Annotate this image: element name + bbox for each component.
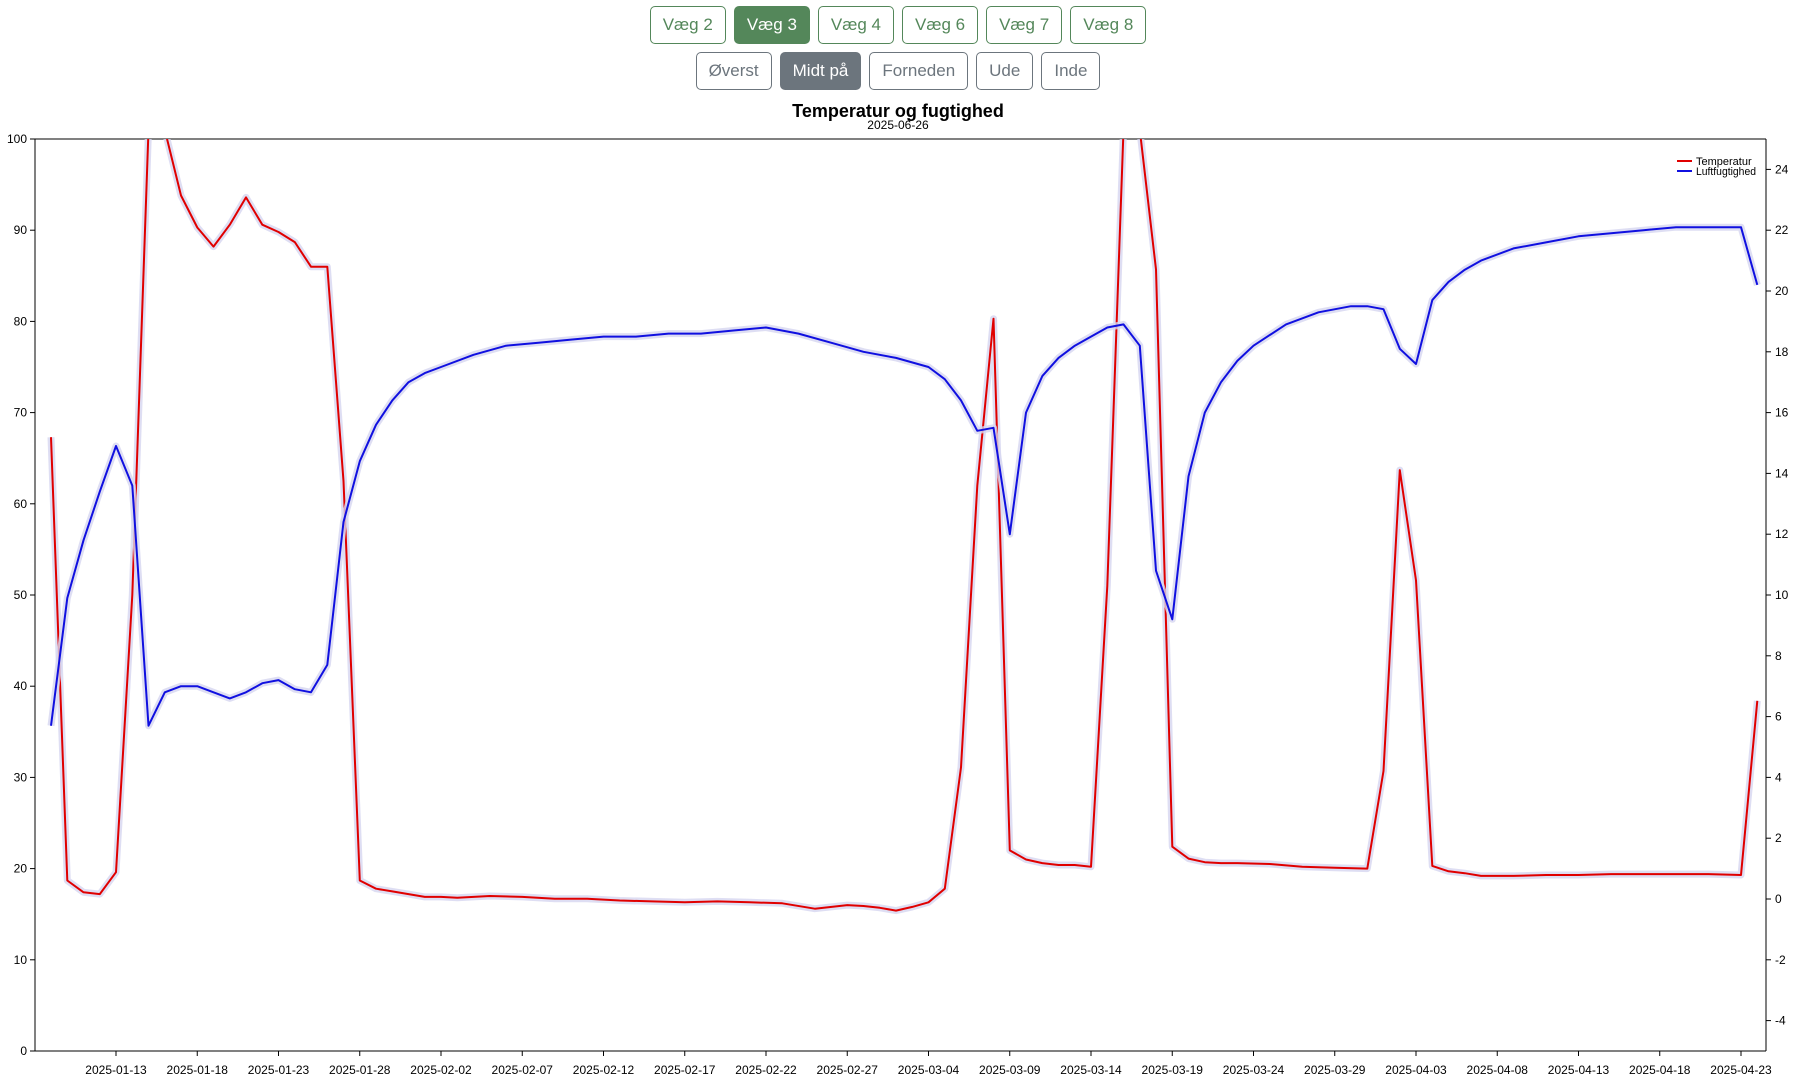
y-left-tick-label: 70 [14,406,28,420]
series-line-temperatur [50,139,1759,912]
x-tick-label: 2025-03-14 [1060,1063,1122,1077]
chart-subtitle: 2025-06-26 [867,118,929,132]
y-left-tick-label: 10 [14,953,28,967]
x-tick-label: 2025-03-24 [1223,1063,1285,1077]
x-tick-label: 2025-04-03 [1385,1063,1447,1077]
x-tick-label: 2025-02-22 [735,1063,797,1077]
y-left-tick-label: 50 [14,588,28,602]
x-tick-label: 2025-03-19 [1142,1063,1204,1077]
position-button-forneden[interactable]: Forneden [869,52,969,90]
x-tick-label: 2025-03-29 [1304,1063,1366,1077]
x-tick-label: 2025-04-23 [1710,1063,1772,1077]
series-group [47,139,1761,915]
y-right-tick-label: -4 [1775,1014,1786,1028]
y-right-tick-label: 20 [1775,284,1789,298]
wall-button-vaeg-2[interactable]: Væg 2 [649,6,726,44]
y-right-tick-label: 18 [1775,345,1789,359]
y-right-tick-label: 10 [1775,588,1789,602]
y-right-tick-label: 4 [1775,770,1782,784]
position-button-inde[interactable]: Inde [1041,52,1101,90]
y-right-tick-label: -2 [1775,953,1786,967]
x-tick-label: 2025-02-27 [817,1063,879,1077]
x-tick-label: 2025-02-12 [573,1063,635,1077]
y-left-tick-label: 40 [14,679,28,693]
y-right-tick-label: 0 [1775,892,1782,906]
wall-button-vaeg-6[interactable]: Væg 6 [902,6,979,44]
y-right-tick-label: 12 [1775,527,1789,541]
axes-layer: 0102030405060708090100-4-202468101214161… [7,132,1789,1077]
y-right-tick-label: 16 [1775,406,1789,420]
x-tick-label: 2025-01-18 [167,1063,229,1077]
chart: Temperatur og fugtighed 2025-06-26 01020… [7,101,1789,1077]
y-left-tick-label: 0 [20,1044,27,1058]
position-button-overst[interactable]: Øverst [695,52,772,90]
series-line-luftfugtighed [50,226,1759,727]
series-band-temperatur [47,139,1761,915]
wall-button-vaeg-4[interactable]: Væg 4 [817,6,894,44]
y-right-tick-label: 24 [1775,162,1789,176]
legend-label-humidity: Luftfugtighed [1696,166,1756,178]
wall-button-vaeg-3[interactable]: Væg 3 [733,6,810,44]
y-right-tick-label: 14 [1775,466,1789,480]
x-tick-label: 2025-02-07 [492,1063,554,1077]
wall-button-vaeg-8[interactable]: Væg 8 [1070,6,1147,44]
x-tick-label: 2025-01-13 [85,1063,147,1077]
x-tick-label: 2025-04-08 [1467,1063,1529,1077]
x-tick-label: 2025-03-09 [979,1063,1041,1077]
y-left-tick-label: 60 [14,497,28,511]
x-tick-label: 2025-04-13 [1548,1063,1610,1077]
y-right-tick-label: 6 [1775,710,1782,724]
wall-selector: Væg 2 Væg 3 Væg 4 Væg 6 Væg 7 Væg 8 [0,6,1796,44]
wall-button-vaeg-7[interactable]: Væg 7 [986,6,1063,44]
y-right-tick-label: 8 [1775,649,1782,663]
x-tick-label: 2025-03-04 [898,1063,960,1077]
legend: Temperatur Luftfugtighed [1677,156,1756,178]
y-left-tick-label: 80 [14,314,28,328]
x-tick-label: 2025-02-02 [410,1063,472,1077]
x-tick-label: 2025-01-23 [248,1063,310,1077]
position-selector: Øverst Midt på Forneden Ude Inde [0,52,1796,90]
x-tick-label: 2025-04-18 [1629,1063,1691,1077]
y-left-tick-label: 20 [14,862,28,876]
y-right-tick-label: 2 [1775,831,1782,845]
y-right-tick-label: 22 [1775,223,1789,237]
series-layer [47,139,1761,915]
x-tick-label: 2025-01-28 [329,1063,391,1077]
position-button-midt-paa[interactable]: Midt på [779,52,862,90]
y-left-tick-label: 100 [7,132,27,146]
series-band-luftfugtighed [47,223,1761,730]
y-left-tick-label: 90 [14,223,28,237]
y-left-tick-label: 30 [14,770,28,784]
x-tick-label: 2025-02-17 [654,1063,716,1077]
position-button-ude[interactable]: Ude [976,52,1034,90]
